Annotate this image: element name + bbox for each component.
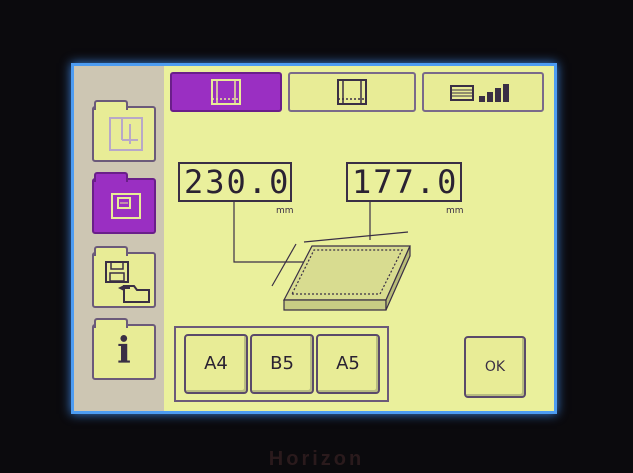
folder-printer-icon [111, 193, 141, 219]
preset-group: A4 B5 A5 [174, 326, 389, 402]
sheet-frame-outline-icon [337, 79, 367, 105]
sheet-diagram [233, 202, 411, 311]
sidebar: i [74, 66, 164, 411]
sidebar-item-printer[interactable] [92, 172, 156, 234]
sidebar-item-save-load[interactable] [92, 246, 156, 308]
folder-layout-icon [109, 117, 143, 151]
floppy-folder-icon [105, 261, 150, 303]
tab-margins[interactable] [288, 72, 416, 112]
sheet-frame-icon [211, 79, 241, 105]
preset-a4-button[interactable]: A4 [184, 334, 248, 394]
stack-volume-icon [450, 84, 509, 102]
preset-b5-button[interactable]: B5 [250, 334, 314, 394]
sidebar-item-info[interactable]: i [92, 318, 156, 380]
preset-a5-button[interactable]: A5 [316, 334, 380, 394]
sidebar-item-layout[interactable] [92, 100, 156, 162]
size-panel: 230.0 mm 177.0 mm A4 B5 A5 OK [164, 114, 544, 406]
tab-sheet-size[interactable] [170, 72, 282, 112]
ok-button[interactable]: OK [464, 336, 526, 398]
tab-stack-volume[interactable] [422, 72, 544, 112]
touch-screen: i 230.0 mm 177.0 mm A4 B5 A5 OK [71, 63, 557, 414]
top-tabs [164, 66, 554, 114]
brand-logo: Horizon [268, 448, 365, 470]
info-icon: i [117, 330, 131, 372]
